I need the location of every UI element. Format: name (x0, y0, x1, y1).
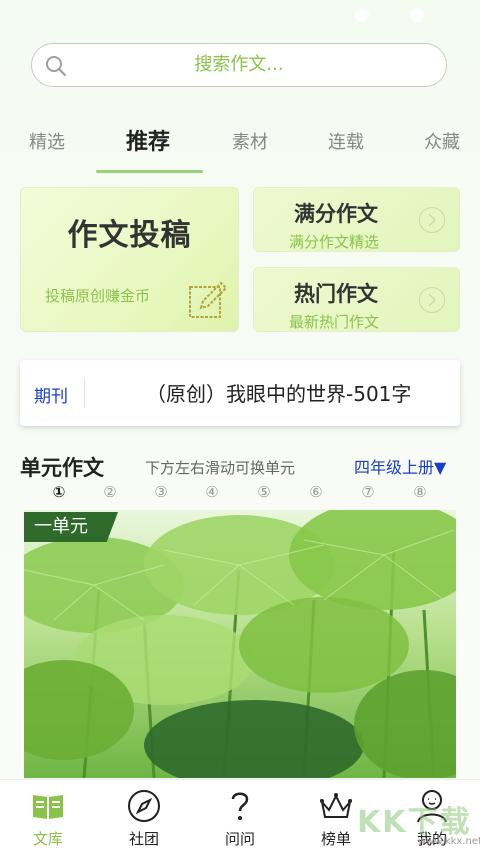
tabbar-ask[interactable]: 问问 (205, 780, 275, 854)
unit-ribbon-label: 一单元 (24, 512, 118, 542)
tabbar-ask-label: 问问 (224, 830, 255, 848)
unit-number-5[interactable]: ⑤ (252, 483, 276, 501)
unit-number-4[interactable]: ④ (200, 483, 224, 501)
watermark-url: www.kkx.net (418, 836, 480, 847)
tab-tuijian[interactable]: 推荐 (126, 126, 170, 160)
tab-lianzai[interactable]: 连载 (328, 126, 364, 160)
submit-essay-subtitle: 投稿原创赚金币 (45, 287, 151, 305)
periodical-headline[interactable]: （原创）我眼中的世界-501字 (146, 378, 411, 407)
signal-icon (355, 8, 369, 22)
unit-number-7[interactable]: ⑦ (356, 483, 380, 501)
submit-essay-card[interactable]: 作文投稿 投稿原创赚金币 (20, 187, 239, 332)
chevron-right-icon (419, 287, 445, 313)
tabbar-library-label: 文库 (32, 830, 63, 848)
crown-icon (320, 793, 352, 818)
divider (84, 378, 85, 408)
category-tabs: 精选 推荐 素材 连载 众藏 (0, 126, 480, 176)
tab-jingxuan[interactable]: 精选 (29, 126, 65, 160)
unit-number-1[interactable]: ① (47, 483, 71, 501)
unit-essay-title: 单元作文 (20, 456, 104, 480)
book-icon (33, 795, 63, 819)
chevron-right-icon (419, 207, 445, 233)
compass-icon (128, 790, 160, 822)
unit-number-2[interactable]: ② (98, 483, 122, 501)
lotus-leaves-illustration (24, 510, 456, 778)
edit-icon (189, 281, 228, 318)
submit-essay-title: 作文投稿 (67, 218, 192, 253)
grade-selector[interactable]: 四年级上册▼ (354, 454, 446, 478)
full-score-subtitle: 满分作文精选 (289, 233, 380, 251)
hot-essay-subtitle: 最新热门作文 (289, 313, 380, 331)
hot-essay-title: 热门作文 (294, 282, 378, 306)
watermark-logo: KK下载 (357, 805, 472, 840)
tabbar-library[interactable]: 文库 (13, 780, 83, 854)
periodical-banner[interactable]: 期刊 （原创）我眼中的世界-501字 (20, 360, 460, 426)
unit-number-3[interactable]: ③ (149, 483, 173, 501)
full-score-essay-card[interactable]: 满分作文 满分作文精选 (253, 187, 460, 252)
tab-zhongcang[interactable]: 众藏 (424, 126, 460, 160)
periodical-label: 期刊 (34, 387, 68, 407)
unit-number-6[interactable]: ⑥ (304, 483, 328, 501)
tabbar-club[interactable]: 社团 (109, 780, 179, 854)
battery-icon (410, 8, 424, 22)
status-bar (0, 0, 480, 30)
unit-number-8[interactable]: ⑧ (408, 483, 432, 501)
question-icon (231, 792, 249, 820)
tab-sucai[interactable]: 素材 (232, 126, 268, 160)
unit-swipe-hint: 下方左右滑动可换单元 (145, 459, 296, 477)
search-bar[interactable]: 搜索作文... (31, 43, 447, 87)
active-tab-indicator (96, 170, 203, 173)
search-placeholder: 搜索作文... (194, 54, 284, 75)
unit-banner-image[interactable]: 一单元 (24, 510, 456, 778)
full-score-title: 满分作文 (294, 202, 378, 226)
hot-essay-card[interactable]: 热门作文 最新热门作文 (253, 267, 460, 332)
tabbar-club-label: 社团 (128, 830, 159, 848)
